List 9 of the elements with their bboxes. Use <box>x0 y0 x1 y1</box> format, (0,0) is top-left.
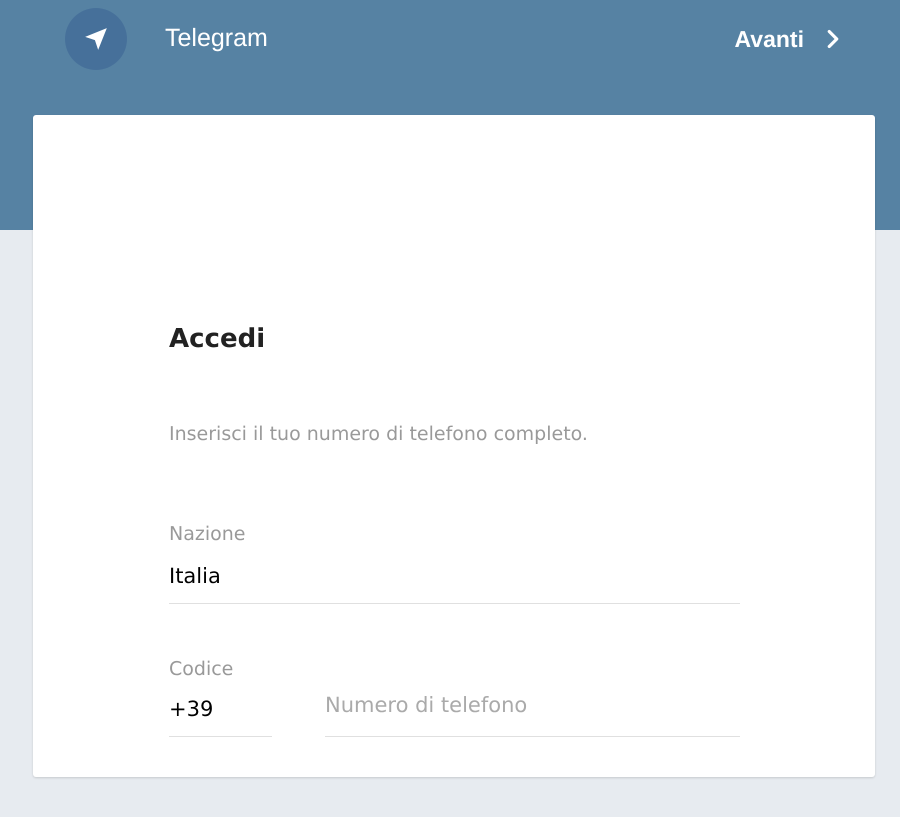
code-label: Codice <box>169 657 234 682</box>
login-title: Accedi <box>169 323 266 356</box>
country-field[interactable]: Italia <box>169 561 740 604</box>
country-label: Nazione <box>169 522 246 547</box>
instruction-text: Inserisci il tuo numero di telefono completo. <box>169 422 589 447</box>
app-title: Telegram <box>165 23 268 54</box>
code-field[interactable]: +39 <box>169 689 272 737</box>
phone-field[interactable]: Numero di telefono <box>325 689 740 737</box>
next-button[interactable]: Avanti <box>734 22 848 56</box>
